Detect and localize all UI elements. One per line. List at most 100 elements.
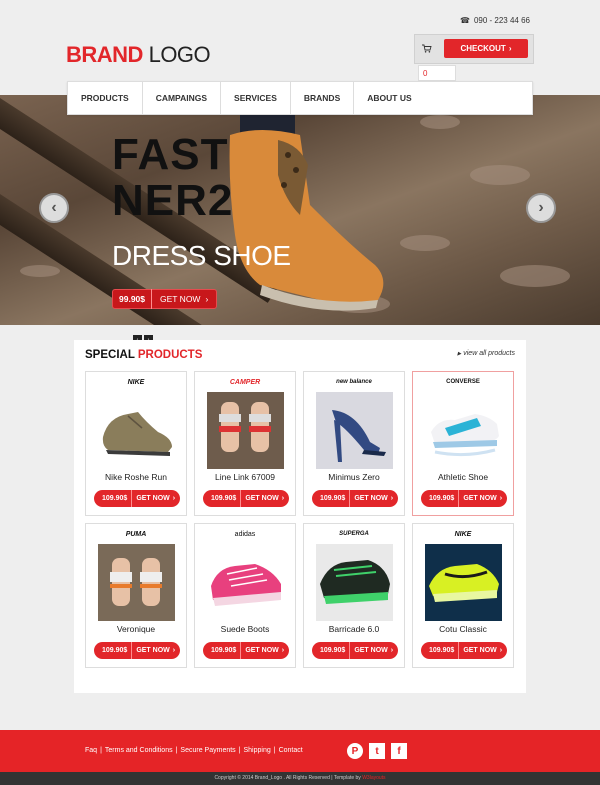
hero-cta: GET NOW ›	[152, 294, 216, 304]
hero-gravel-decor	[500, 265, 570, 287]
logo-brand-text: BRAND	[66, 42, 143, 67]
brand-logo-nike: NIKE	[127, 378, 145, 386]
chevron-right-icon: ›	[499, 647, 503, 654]
brand-logo-camper: CAMPER	[229, 378, 261, 386]
get-now-label: GET NOW	[354, 647, 388, 654]
get-now-button[interactable]: 109.90$ GET NOW ›	[421, 642, 507, 659]
product-card[interactable]: new balance Minimus Zero 109.90$ GET NOW…	[303, 371, 405, 516]
footer-link-secure-payments[interactable]: Secure Payments	[180, 747, 235, 754]
footer-separator: |	[175, 747, 178, 754]
product-price: 109.90$	[312, 490, 351, 507]
get-now-button[interactable]: 109.90$ GET NOW ›	[94, 490, 180, 507]
get-now-button[interactable]: 109.90$ GET NOW ›	[94, 642, 180, 659]
get-now-button[interactable]: 109.90$ GET NOW ›	[203, 642, 289, 659]
footer-link-contact[interactable]: Contact	[279, 747, 303, 754]
product-card[interactable]: adidas Suede Boots 109.90$ GET NOW ›	[194, 523, 296, 668]
section-title: SPECIAL PRODUCTS	[85, 349, 202, 361]
chevron-right-icon: ›	[172, 647, 176, 654]
chevron-right-icon: ›	[390, 647, 394, 654]
copyright-bar: Copyright © 2014 Brand_Logo . All Rights…	[0, 772, 600, 785]
cart-icon[interactable]	[422, 44, 432, 53]
nav-item-brands[interactable]: BRANDS	[291, 82, 355, 114]
view-all-label: view all products	[463, 350, 515, 357]
hero-buy-button[interactable]: 99.90$ GET NOW ›	[112, 289, 218, 309]
brand-logo-adidas: adidas	[234, 530, 256, 538]
get-now-label: GET NOW	[136, 495, 170, 502]
pinterest-icon[interactable]: P	[347, 743, 363, 759]
product-price: 109.90$	[312, 642, 351, 659]
hero-subtitle: DRESS SHOE	[112, 240, 291, 271]
product-price: 109.90$	[421, 490, 460, 507]
chevron-right-icon: ›	[205, 294, 209, 304]
get-now-label: GET NOW	[136, 647, 170, 654]
hero-title-line2: NER2	[112, 176, 234, 225]
product-card[interactable]: NIKE Cotu Classic 109.90$ GET NOW ›	[412, 523, 514, 668]
product-price: 109.90$	[203, 490, 242, 507]
nav-item-campaings[interactable]: CAMPAINGS	[143, 82, 222, 114]
phone-text: 090 - 223 44 66	[473, 16, 530, 25]
footer-link-faq[interactable]: Faq	[85, 747, 97, 754]
hero-title: FAST NER2	[112, 132, 233, 224]
product-image	[98, 544, 175, 621]
checkout-button[interactable]: CHECKOUT ›	[444, 39, 528, 58]
brand-logo[interactable]: BRAND LOGO	[66, 42, 211, 67]
hero-title-line1: FAST	[112, 130, 229, 179]
product-card[interactable]: CONVERSE Athletic Shoe 109.90$ GET NOW ›	[412, 371, 514, 516]
hero-gravel-decor	[20, 265, 60, 277]
get-now-label: GET NOW	[245, 495, 279, 502]
chevron-right-icon: ›	[390, 495, 394, 502]
footer-separator: |	[273, 747, 276, 754]
hero-gravel-decor	[470, 165, 530, 185]
facebook-icon[interactable]: f	[391, 743, 407, 759]
get-now-button[interactable]: 109.90$ GET NOW ›	[203, 490, 289, 507]
social-links: P t f	[347, 743, 407, 759]
logo-word-text: LOGO	[148, 42, 211, 67]
nav-item-products[interactable]: PRODUCTS	[68, 82, 143, 114]
view-all-link[interactable]: ▶ view all products	[457, 350, 515, 357]
product-name: Suede Boots	[220, 624, 270, 634]
get-now-button[interactable]: 109.90$ GET NOW ›	[421, 490, 507, 507]
product-name: Minimus Zero	[328, 472, 380, 482]
nav-item-services[interactable]: SERVICES	[221, 82, 291, 114]
shoe-image	[425, 392, 502, 469]
get-now-label-wrap: GET NOW ›	[132, 647, 179, 654]
chevron-right-icon: ›	[172, 495, 176, 502]
get-now-label-wrap: GET NOW ›	[241, 647, 288, 654]
footer-separator: |	[238, 747, 241, 754]
get-now-label: GET NOW	[245, 647, 279, 654]
product-price: 109.90$	[421, 642, 460, 659]
template-author-link[interactable]: W3layouts	[362, 775, 385, 781]
footer-link-terms[interactable]: Terms and Conditions	[105, 747, 173, 754]
nav-item-about-us[interactable]: ABOUT US	[354, 82, 424, 114]
get-now-label-wrap: GET NOW ›	[459, 647, 506, 654]
get-now-label: GET NOW	[463, 495, 497, 502]
shoe-image	[316, 544, 393, 621]
footer-link-shipping[interactable]: Shipping	[244, 747, 271, 754]
section-title-red: PRODUCTS	[137, 349, 203, 361]
product-card[interactable]: PUMA Veronique 109.90$ GET NOW ›	[85, 523, 187, 668]
product-card[interactable]: SUPERGA Barricade 6.0 109.90$ GET NOW ›	[303, 523, 405, 668]
cart-count-field[interactable]: 0	[418, 65, 456, 81]
brand-logo-converse: CONVERSE	[446, 379, 480, 385]
get-now-label-wrap: GET NOW ›	[241, 495, 288, 502]
product-image	[207, 392, 284, 469]
hero-next-button[interactable]: ›	[526, 193, 556, 223]
chevron-left-icon: ‹	[51, 199, 57, 216]
shoe-image	[98, 544, 175, 621]
product-card[interactable]: NIKE Nike Roshe Run 109.90$ GET NOW ›	[85, 371, 187, 516]
get-now-button[interactable]: 109.90$ GET NOW ›	[312, 490, 398, 507]
product-image	[425, 392, 502, 469]
product-image	[98, 392, 175, 469]
footer-links: Faq | Terms and Conditions | Secure Paymen…	[85, 747, 303, 754]
get-now-label: GET NOW	[354, 495, 388, 502]
play-icon: ▶	[457, 350, 462, 357]
product-name: Veronique	[116, 624, 156, 634]
product-name: Line Link 67009	[214, 472, 276, 482]
product-name: Athletic Shoe	[437, 472, 489, 482]
get-now-label: GET NOW	[463, 647, 497, 654]
twitter-icon[interactable]: t	[369, 743, 385, 759]
get-now-button[interactable]: 109.90$ GET NOW ›	[312, 642, 398, 659]
checkout-label: CHECKOUT	[460, 44, 506, 53]
hero-prev-button[interactable]: ‹	[39, 193, 69, 223]
product-card[interactable]: CAMPER Line Link 67009 109.90$ GET NOW ›	[194, 371, 296, 516]
